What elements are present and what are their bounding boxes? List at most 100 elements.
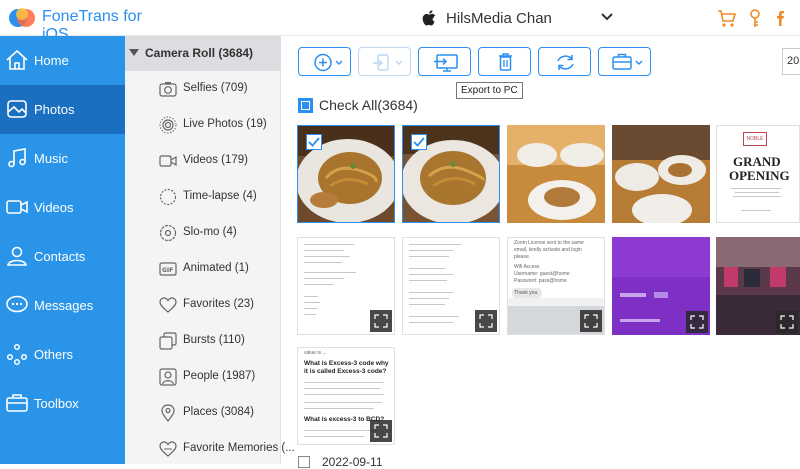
export-to-pc-button[interactable]	[418, 47, 471, 76]
nav-item-photos[interactable]: Photos	[0, 85, 125, 134]
nav-item-contacts[interactable]: Contacts	[0, 232, 125, 281]
category-label: Favorite Memories (...	[183, 442, 295, 454]
category-label: Slo-mo (4)	[183, 226, 237, 238]
expand-icon	[374, 314, 388, 328]
category-animated[interactable]: GIF Animated (1)	[125, 251, 281, 287]
category-time-lapse[interactable]: Time-lapse (4)	[125, 179, 281, 215]
trash-icon	[499, 53, 512, 71]
thumbnail-checkbox[interactable]	[306, 134, 322, 150]
chat-text: Wifi Access	[514, 264, 540, 270]
nav-item-messages[interactable]: Messages	[0, 281, 125, 330]
plus-circle-icon	[314, 53, 343, 72]
check-all[interactable]: Check All(3684)	[298, 96, 418, 114]
event-photo-thumbnail[interactable]	[716, 237, 800, 335]
album-header[interactable]: Camera Roll (3684)	[125, 36, 281, 71]
chat-screenshot-thumbnail[interactable]: Zoom License sent to the same email, kin…	[507, 237, 605, 335]
expand-icon	[374, 424, 388, 438]
chat-text: Username: guest@home	[514, 271, 570, 277]
article-heading: What is Excess-3 code why it is called E…	[304, 360, 389, 375]
messages-icon	[6, 295, 28, 313]
category-label: Bursts (110)	[183, 334, 245, 346]
add-button[interactable]	[298, 47, 351, 76]
device-name: HilsMedia Chan	[446, 9, 552, 27]
date-group-label: 2022-09-11	[322, 455, 383, 469]
export-device-button[interactable]	[358, 47, 411, 76]
delete-button[interactable]	[478, 47, 531, 76]
facebook-icon[interactable]	[770, 7, 792, 29]
expand-button[interactable]	[475, 310, 497, 332]
category-favorites[interactable]: Favorites (23)	[125, 287, 281, 323]
key-icon[interactable]	[744, 7, 766, 29]
monitor-export-icon	[434, 54, 458, 72]
briefcase-icon	[612, 53, 643, 70]
nav-item-home[interactable]: Home	[0, 36, 125, 85]
expand-button[interactable]	[686, 311, 708, 333]
article-thumbnail[interactable]: value is ... What is Excess-3 code why i…	[297, 347, 395, 445]
nav-label: Others	[34, 347, 74, 362]
others-icon	[6, 343, 28, 366]
photo-thumbnail[interactable]	[402, 125, 500, 223]
chat-text: email, kindly activate and login	[514, 247, 582, 253]
flyer-thumbnail[interactable]: NOBLE GRAND OPENING	[716, 125, 800, 223]
expand-icon	[584, 314, 598, 328]
expand-button[interactable]	[370, 310, 392, 332]
date-group-header[interactable]: 2022-09-11	[298, 455, 383, 469]
category-label: Selfies (709)	[183, 82, 248, 94]
category-slo-mo[interactable]: Slo-mo (4)	[125, 215, 281, 251]
cart-icon[interactable]	[716, 7, 738, 29]
category-people[interactable]: People (1987)	[125, 359, 281, 395]
video-camera-icon	[159, 155, 177, 167]
app-logo-icon	[9, 8, 35, 27]
expand-icon	[780, 315, 794, 329]
category-label: Animated (1)	[183, 262, 249, 274]
category-favorite-memories[interactable]: Favorite Memories (...	[125, 431, 295, 467]
expand-button[interactable]	[580, 310, 602, 332]
chevron-down-icon[interactable]	[600, 12, 614, 22]
category-live-photos[interactable]: Live Photos (19)	[125, 107, 281, 143]
expand-button[interactable]	[370, 420, 392, 442]
notes-thumbnail[interactable]	[402, 237, 500, 335]
date-group-checkbox[interactable]	[298, 456, 310, 468]
photo-thumbnail[interactable]	[612, 125, 710, 223]
category-label: People (1987)	[183, 370, 256, 382]
thumbnail-checkbox[interactable]	[411, 134, 427, 150]
category-label: Time-lapse (4)	[183, 190, 257, 202]
toolbox-menu-button[interactable]	[598, 47, 651, 76]
main-navigation: Home Photos Music Videos Contacts Messag…	[0, 36, 125, 464]
flyer-logo: NOBLE	[743, 132, 767, 146]
action-toolbar: Export to PC 20	[281, 36, 800, 99]
nav-item-others[interactable]: Others	[0, 330, 125, 379]
album-panel: Camera Roll (3684) Selfies (709) Live Ph…	[125, 36, 295, 467]
expand-icon	[690, 315, 704, 329]
purple-screen-thumbnail[interactable]	[612, 237, 710, 335]
refresh-button[interactable]	[538, 47, 591, 76]
checkmark-icon	[308, 137, 320, 147]
expand-button[interactable]	[776, 311, 798, 333]
category-places[interactable]: Places (3084)	[125, 395, 281, 431]
category-label: Favorites (23)	[183, 298, 254, 310]
page-number-field[interactable]: 20	[782, 48, 800, 75]
bursts-icon	[159, 332, 177, 350]
category-bursts[interactable]: Bursts (110)	[125, 323, 281, 359]
refresh-icon	[557, 55, 574, 70]
photos-icon	[7, 100, 27, 118]
checkmark-icon	[413, 137, 425, 147]
phone-export-icon	[373, 54, 403, 71]
device-selector[interactable]: HilsMedia Chan	[422, 0, 622, 36]
category-videos[interactable]: Videos (179)	[125, 143, 281, 179]
people-icon	[159, 368, 177, 386]
nav-label: Music	[34, 151, 68, 166]
nav-label: Photos	[34, 102, 75, 117]
category-selfies[interactable]: Selfies (709)	[125, 71, 281, 107]
photo-thumbnail[interactable]	[297, 125, 395, 223]
music-icon	[8, 148, 26, 168]
check-all-checkbox[interactable]	[298, 97, 313, 113]
slo-mo-icon	[159, 224, 177, 242]
chat-reply: Thank you	[512, 288, 542, 298]
restaurant-photo	[507, 125, 605, 223]
nav-item-videos[interactable]: Videos	[0, 183, 125, 232]
photo-thumbnail[interactable]	[507, 125, 605, 223]
nav-item-toolbox[interactable]: Toolbox	[0, 379, 125, 428]
notes-thumbnail[interactable]	[297, 237, 395, 335]
nav-item-music[interactable]: Music	[0, 134, 125, 183]
